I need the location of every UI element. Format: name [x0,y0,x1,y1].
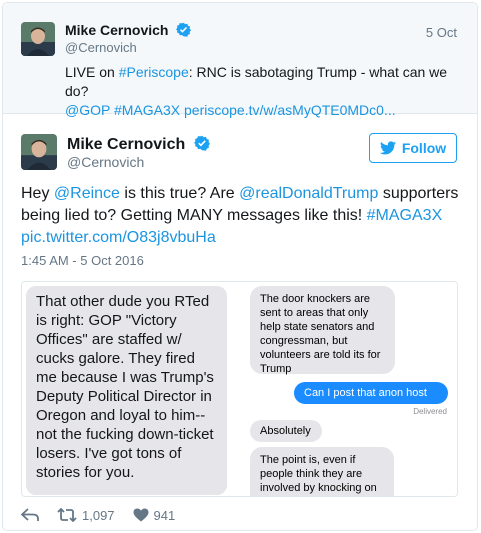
delivered-label: Delivered [413,407,447,416]
main-author-name-text: Mike Cernovich [67,136,186,153]
hashtag-maga3x-link[interactable]: #MAGA3X [367,207,443,224]
tweet-timestamp[interactable]: 1:45 AM - 5 Oct 2016 [21,253,144,268]
main-author-name[interactable]: Mike Cernovich [67,135,210,154]
screenshot-message-left: That other dude you RTed is right: GOP "… [26,286,227,495]
quoted-author-name-text: Mike Cernovich [65,22,169,38]
main-author-handle[interactable]: @Cernovich [67,154,144,170]
hashtag-maga-link[interactable]: #MAGA3X [114,102,180,118]
retweet-action[interactable]: 1,097 [57,508,115,523]
imessage-bubble-sent: Can I post that anon host [294,382,448,404]
mention-gop-link[interactable]: @GOP [65,102,110,118]
mention-realdonaldtrump-link[interactable]: @realDonaldTrump [239,185,378,202]
tweet-media-image[interactable]: That other dude you RTed is right: GOP "… [21,281,458,497]
quoted-tweet[interactable]: Mike Cernovich @Cernovich 5 Oct LIVE on … [3,3,477,118]
imessage-bubble-received: The point is, even if people think they … [250,447,394,496]
twitter-bird-icon [379,141,396,155]
quoted-text-prefix: LIVE on [65,64,119,80]
quoted-date[interactable]: 5 Oct [426,25,457,40]
periscope-url-link[interactable]: periscope.tv/w/asMyQTE0MDc0... [184,102,396,118]
text-part-2: is this true? Are [119,185,240,202]
pic-twitter-link[interactable]: pic.twitter.com/O83j8vbuHa [21,229,216,246]
tweet-actions: 1,097 941 [21,505,175,525]
like-count: 941 [153,507,176,523]
quoted-avatar[interactable] [21,22,55,56]
quoted-author-name[interactable]: Mike Cernovich [65,22,192,38]
screenshot-imessage-thread: The door knockers are sent to areas that… [246,282,457,496]
mention-reince-link[interactable]: @Reince [54,185,120,202]
retweet-count: 1,097 [82,507,115,523]
main-avatar[interactable] [21,134,57,170]
reply-action[interactable] [21,508,39,522]
imessage-bubble-received: The door knockers are sent to areas that… [250,286,395,375]
follow-button[interactable]: Follow [369,133,457,163]
heart-icon [133,508,149,522]
main-tweet-text: Hey @Reince is this true? Are @realDonal… [21,183,461,249]
hashtag-periscope-link[interactable]: #Periscope [119,64,189,80]
quoted-tweet-text: LIVE on #Periscope: RNC is sabotaging Tr… [65,63,465,120]
reply-icon [21,508,39,521]
like-action[interactable]: 941 [133,507,176,523]
quoted-author-handle[interactable]: @Cernovich [65,40,137,55]
imessage-bubble-received: Absolutely [250,420,322,442]
follow-button-label: Follow [401,140,447,156]
text-part-1: Hey [21,185,54,202]
verified-badge-icon [193,135,210,151]
retweet-icon [57,508,77,522]
verified-badge-icon [176,22,192,37]
tweet-card: Mike Cernovich @Cernovich 5 Oct LIVE on … [2,2,478,531]
